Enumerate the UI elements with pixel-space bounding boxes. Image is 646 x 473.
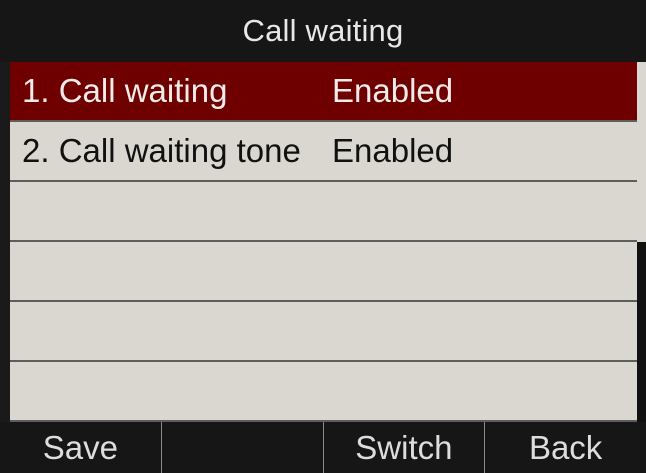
scrollbar[interactable] bbox=[637, 62, 646, 422]
list-item-empty bbox=[10, 182, 637, 242]
list-item-label: 1. Call waiting bbox=[22, 72, 228, 109]
list-item-empty bbox=[10, 362, 637, 422]
list-item-empty bbox=[10, 242, 637, 302]
list-item-label bbox=[22, 362, 336, 420]
phone-screen: Call waiting 1. Call waiting Enabled 2. … bbox=[0, 0, 646, 473]
switch-softkey[interactable]: Switch bbox=[322, 422, 485, 473]
list-item-label: 2. Call waiting tone bbox=[22, 132, 301, 169]
list-item-value: Enabled bbox=[332, 72, 454, 109]
back-softkey[interactable]: Back bbox=[484, 422, 646, 473]
list-item-label bbox=[22, 182, 336, 240]
empty-softkey bbox=[160, 422, 323, 473]
save-softkey[interactable]: Save bbox=[0, 422, 161, 473]
list-item-empty bbox=[10, 302, 637, 362]
list-item-label bbox=[22, 242, 336, 300]
list-item-call-waiting-tone[interactable]: 2. Call waiting tone Enabled bbox=[10, 122, 637, 182]
screen-title: Call waiting bbox=[0, 0, 646, 62]
list-item-label bbox=[22, 302, 336, 360]
list-item-call-waiting[interactable]: 1. Call waiting Enabled bbox=[10, 62, 637, 122]
softkey-bar: Save Switch Back bbox=[0, 422, 646, 473]
settings-list: 1. Call waiting Enabled 2. Call waiting … bbox=[10, 62, 637, 422]
list-item-value: Enabled bbox=[332, 132, 454, 169]
scrollbar-thumb[interactable] bbox=[637, 62, 646, 242]
